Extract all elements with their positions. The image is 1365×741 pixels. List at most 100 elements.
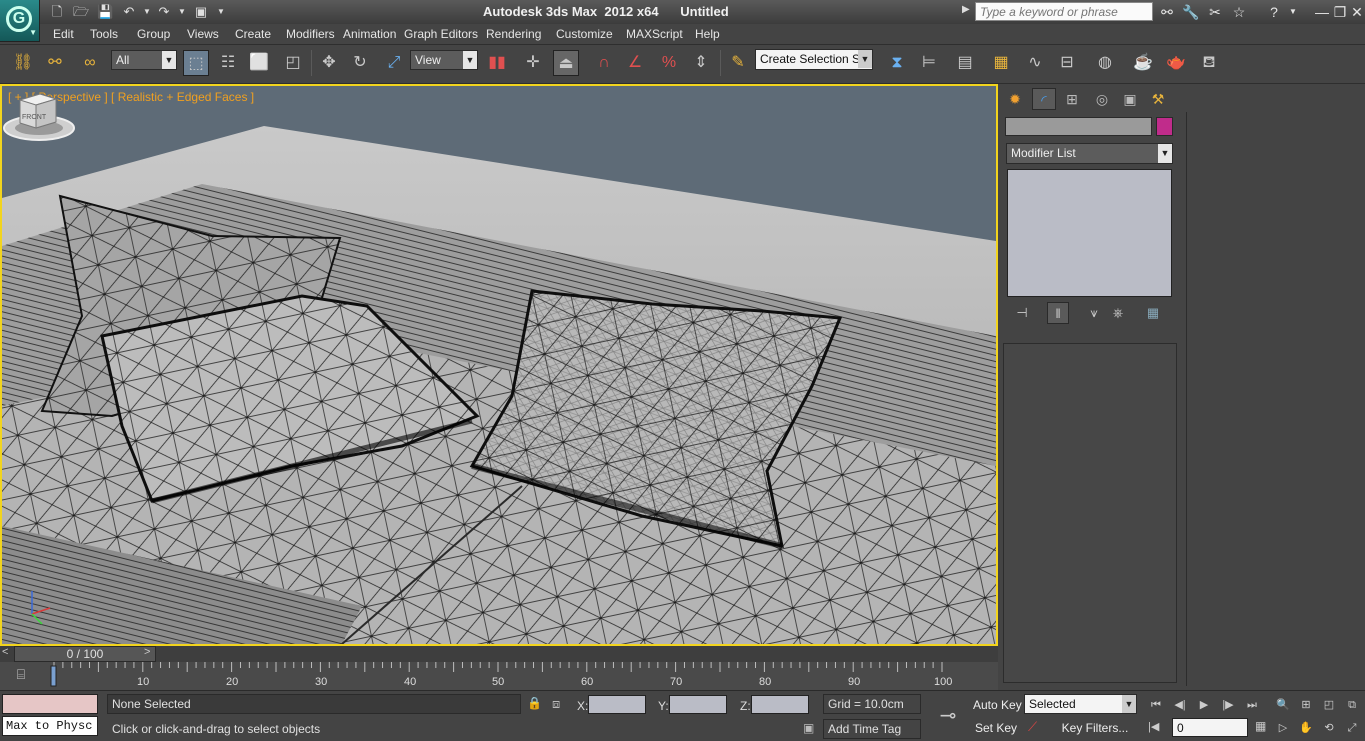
time-configuration-icon[interactable]: ▦	[1255, 719, 1266, 733]
object-name-field[interactable]	[1005, 117, 1152, 136]
set-key-button[interactable]: Set Key	[972, 717, 1020, 737]
minimize-window-icon[interactable]: —	[1313, 3, 1331, 21]
snaps-toggle-icon[interactable]: ∩	[591, 50, 617, 76]
close-window-icon[interactable]: ✕	[1348, 3, 1365, 21]
new-scene-icon[interactable]: 🗋	[49, 4, 65, 20]
make-unique-icon[interactable]: ⩛	[1083, 302, 1105, 324]
zoom-extents-all-icon[interactable]: ⧉	[1341, 696, 1363, 714]
create-tab-icon[interactable]: ✹	[1003, 88, 1027, 110]
search-expand-icon[interactable]: ▶	[962, 4, 970, 15]
modify-tab-icon[interactable]: ◜	[1032, 88, 1056, 110]
open-file-icon[interactable]: 🗁	[73, 4, 89, 20]
rectangular-selection-region-icon[interactable]: ⬜	[246, 50, 272, 76]
manage-layers-icon[interactable]: ▤	[952, 50, 978, 76]
favorites-star-icon[interactable]: ☆	[1230, 3, 1248, 21]
menu-help[interactable]: Help	[695, 27, 720, 41]
y-coord-field[interactable]	[669, 695, 727, 714]
mirror-icon[interactable]: ⧗	[884, 50, 910, 76]
absolute-mode-icon[interactable]: ⧈	[552, 696, 560, 712]
menu-modifiers[interactable]: Modifiers	[286, 27, 335, 41]
previous-frame-button-icon[interactable]: ◀|	[1169, 696, 1191, 714]
help-icon[interactable]: ?	[1265, 3, 1283, 21]
save-file-icon[interactable]: 💾	[97, 4, 113, 20]
select-and-move-icon[interactable]: ✥	[316, 50, 342, 76]
application-button[interactable]: G ▼	[0, 0, 40, 42]
select-by-name-icon[interactable]: ☷	[215, 50, 241, 76]
select-and-manipulate-icon[interactable]: ✛	[520, 50, 546, 76]
menu-create[interactable]: Create	[235, 27, 271, 41]
restore-window-icon[interactable]: ❐	[1331, 3, 1349, 21]
object-color-swatch[interactable]	[1156, 117, 1173, 136]
go-to-start-icon[interactable]: ⏮	[1145, 696, 1167, 714]
mini-curve-editor-icon[interactable]: ⌸	[8, 666, 34, 686]
rendered-frame-window-icon[interactable]: 🫖	[1163, 50, 1189, 76]
select-and-link-icon[interactable]: ⛓	[10, 50, 36, 76]
percent-snap-icon[interactable]: %	[656, 50, 682, 76]
binoculars-icon[interactable]: ⚯	[1158, 3, 1176, 21]
configure-modifier-sets-icon[interactable]: ▦	[1142, 302, 1164, 324]
graphite-modeling-tools-icon[interactable]: ▦	[988, 50, 1014, 76]
key-mode-toggle-icon[interactable]: |◀	[1148, 720, 1159, 733]
select-object-icon[interactable]: ⬚	[183, 50, 209, 76]
pivot-center-icon[interactable]: ▮▮	[484, 50, 510, 76]
zoom-all-icon[interactable]: ⊞	[1295, 696, 1317, 714]
key-filters-button[interactable]: Key Filters...	[1052, 717, 1138, 737]
project-folder-icon[interactable]: ▣	[193, 4, 209, 20]
modifier-list-dropdown[interactable]: Modifier List ▼	[1006, 143, 1173, 164]
communication-icon[interactable]: ✂	[1206, 3, 1224, 21]
keyboard-shortcut-override-icon[interactable]: ⏏	[553, 50, 579, 76]
select-and-rotate-icon[interactable]: ↻	[347, 50, 373, 76]
align-icon[interactable]: ⊨	[916, 50, 942, 76]
angle-snap-icon[interactable]: ∠	[622, 50, 648, 76]
time-slider-thumb[interactable]: 0 / 100	[14, 646, 156, 662]
unlink-selection-icon[interactable]: ⚯	[42, 50, 68, 76]
x-coord-field[interactable]	[588, 695, 646, 714]
undo-dropdown-icon[interactable]: ▼	[139, 4, 155, 20]
undo-icon[interactable]: ↶	[121, 4, 137, 20]
z-coord-field[interactable]	[751, 695, 809, 714]
menu-animation[interactable]: Animation	[343, 27, 396, 41]
perspective-viewport[interactable]: [ + ] [ Perspective ] [ Realistic + Edge…	[0, 84, 998, 646]
select-and-scale-icon[interactable]: ⤢	[381, 50, 407, 76]
key-mode-dropdown[interactable]: Selected ▼	[1024, 694, 1137, 714]
motion-tab-icon[interactable]: ◎	[1090, 88, 1114, 110]
default-tangents-icon[interactable]: ⟋	[1028, 719, 1037, 735]
maxscript-listener-input[interactable]: Max to Physc	[2, 716, 98, 736]
curve-editor-icon[interactable]: ∿	[1022, 50, 1048, 76]
bind-to-space-warp-icon[interactable]: ∞	[77, 50, 103, 76]
utilities-tab-icon[interactable]: ⚒	[1146, 88, 1170, 110]
menu-group[interactable]: Group	[137, 27, 170, 41]
play-icon[interactable]: ▶	[1193, 696, 1215, 714]
orbit-icon[interactable]: ⟲	[1318, 719, 1340, 737]
maxscript-listener-output[interactable]	[2, 694, 98, 714]
set-keys-icon[interactable]: ⊸	[928, 700, 968, 732]
go-to-end-icon[interactable]: ⏭	[1241, 696, 1263, 714]
help-dropdown-icon[interactable]: ▼	[1284, 3, 1302, 21]
modifier-stack-list[interactable]	[1007, 169, 1172, 297]
quick-access-dropdown-icon[interactable]: ▼	[213, 4, 229, 20]
menu-edit[interactable]: Edit	[53, 27, 74, 41]
field-of-view-icon[interactable]: ▷	[1272, 719, 1294, 737]
remove-modifier-icon[interactable]: ⎈	[1107, 302, 1129, 324]
selection-lock-icon[interactable]: 🔒	[527, 696, 542, 710]
time-tag-icon[interactable]: ▣	[803, 721, 814, 735]
spinner-snap-icon[interactable]: ⇕	[688, 50, 714, 76]
add-time-tag-button[interactable]: Add Time Tag	[823, 719, 921, 739]
reference-coordinate-dropdown[interactable]: View ▼	[410, 50, 478, 70]
current-frame-field[interactable]: 0	[1172, 718, 1248, 737]
window-crossing-icon[interactable]: ◰	[280, 50, 306, 76]
render-production-icon[interactable]: ⛾	[1196, 50, 1222, 76]
next-frame-icon[interactable]: >	[144, 646, 150, 658]
menu-rendering[interactable]: Rendering	[486, 27, 541, 41]
display-tab-icon[interactable]: ▣	[1118, 88, 1142, 110]
search-input[interactable]	[975, 2, 1153, 21]
previous-frame-icon[interactable]: <	[2, 646, 8, 658]
redo-icon[interactable]: ↷	[156, 4, 172, 20]
material-editor-icon[interactable]: ◍	[1092, 50, 1118, 76]
zoom-icon[interactable]: 🔍	[1272, 696, 1294, 714]
pin-stack-icon[interactable]: ⊣	[1011, 302, 1033, 324]
zoom-extents-icon[interactable]: ◰	[1318, 696, 1340, 714]
subscription-icon[interactable]: 🔧	[1182, 3, 1200, 21]
viewcube-icon[interactable]: FRONT	[2, 86, 76, 146]
auto-key-button[interactable]: Auto Key	[972, 694, 1022, 714]
